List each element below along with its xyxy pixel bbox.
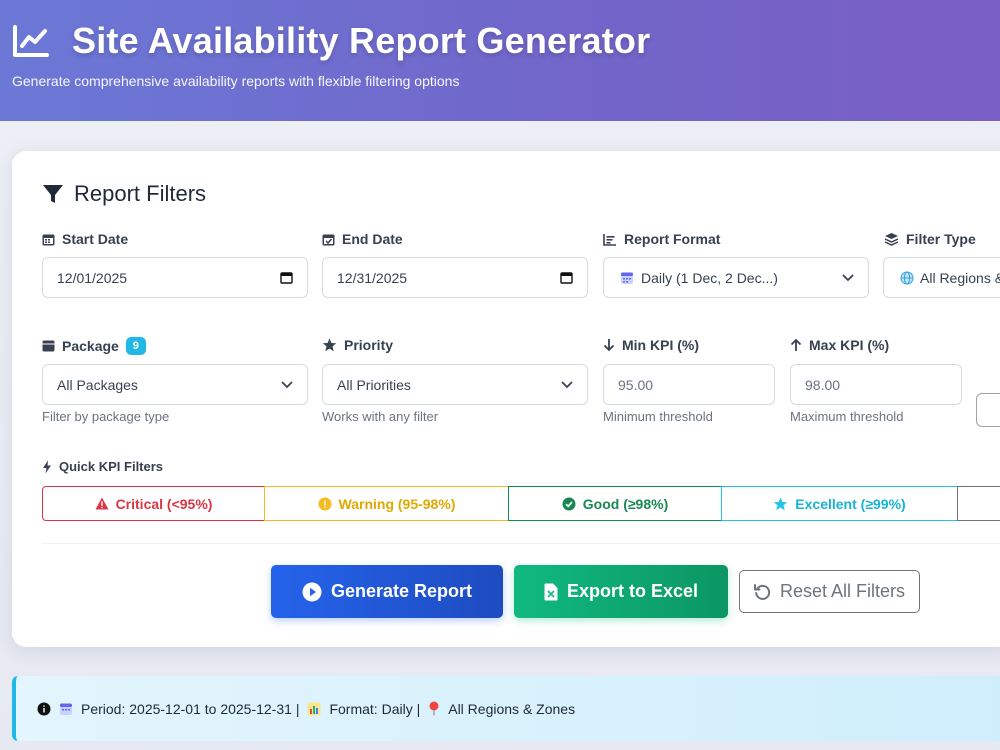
generate-report-button[interactable]: Generate Report — [271, 565, 503, 618]
chart-line-icon — [13, 25, 49, 57]
quick-kpi-label: Quick KPI Filters — [42, 459, 163, 474]
quick-filter-warning[interactable]: Warning (95-98%) — [264, 486, 509, 521]
max-kpi-help-text: Maximum threshold — [790, 409, 904, 424]
exclamation-circle-icon — [318, 497, 332, 510]
page-header: Site Availability Report Generator Gener… — [0, 0, 1000, 121]
info-period: Period: 2025-12-01 to 2025-12-31 | — [81, 700, 300, 717]
warning-triangle-icon — [95, 497, 109, 510]
quick-filter-critical[interactable]: Critical (<95%) — [42, 486, 265, 521]
package-count-badge: 9 — [125, 337, 146, 355]
end-date-label: End Date — [322, 231, 403, 247]
apply-kpi-button[interactable] — [976, 393, 1000, 427]
page-title: Site Availability Report Generator — [72, 20, 651, 61]
priority-select[interactable]: All Priorities — [322, 364, 588, 405]
max-kpi-label: Max KPI (%) — [790, 337, 889, 353]
priority-help-text: Works with any filter — [322, 409, 439, 424]
filters-card-title: Report Filters — [42, 181, 206, 207]
min-kpi-input[interactable]: 95.00 — [603, 364, 775, 405]
globe-icon — [900, 271, 914, 284]
package-label: Package 9 — [42, 337, 146, 355]
filters-title: Report Filters — [74, 181, 207, 206]
start-date-input[interactable]: 12/01/2025 — [42, 257, 308, 298]
undo-icon — [753, 584, 771, 600]
arrow-up-icon — [790, 338, 802, 351]
quick-filter-more[interactable] — [957, 486, 1000, 521]
quick-filter-good[interactable]: Good (≥98%) — [508, 486, 722, 521]
min-kpi-help-text: Minimum threshold — [603, 409, 713, 424]
calendar-picker-icon[interactable] — [560, 271, 573, 284]
report-format-select[interactable]: Daily (1 Dec, 2 Dec...) — [603, 257, 869, 298]
play-circle-icon — [302, 582, 322, 601]
chevron-down-icon — [842, 273, 854, 282]
max-kpi-input[interactable]: 98.00 — [790, 364, 962, 405]
star-icon — [774, 497, 788, 510]
end-date-input[interactable]: 12/31/2025 — [322, 257, 588, 298]
calendar-check-icon — [322, 234, 335, 245]
filter-type-label: Filter Type — [884, 231, 976, 247]
info-circle-icon — [37, 702, 51, 715]
star-icon — [322, 338, 337, 352]
export-excel-button[interactable]: Export to Excel — [514, 565, 728, 618]
priority-label: Priority — [322, 337, 393, 353]
filter-icon — [43, 185, 63, 203]
quick-filter-excellent[interactable]: Excellent (≥99%) — [721, 486, 958, 521]
calendar-picker-icon[interactable] — [280, 271, 293, 284]
reset-filters-button[interactable]: Reset All Filters — [739, 570, 920, 613]
report-format-label: Report Format — [603, 231, 720, 247]
divider — [42, 543, 1000, 544]
info-scope: All Regions & Zones — [448, 700, 576, 717]
calendar-emoji-icon — [60, 703, 72, 715]
calendar-emoji-icon — [621, 272, 633, 284]
package-help-text: Filter by package type — [42, 409, 170, 424]
layers-icon — [884, 233, 899, 246]
bar-chart-emoji-icon — [307, 702, 321, 715]
bolt-icon — [43, 460, 51, 473]
chevron-down-icon — [281, 380, 293, 389]
calendar-icon — [42, 234, 55, 245]
box-icon — [42, 340, 55, 352]
report-info-bar: Period: 2025-12-01 to 2025-12-31 | Forma… — [12, 676, 1000, 741]
arrow-down-icon — [603, 339, 615, 352]
pin-icon — [429, 701, 439, 716]
chevron-down-icon — [561, 380, 573, 389]
package-select[interactable]: All Packages — [42, 364, 308, 405]
check-circle-icon — [562, 497, 576, 510]
chart-bar-icon — [603, 233, 616, 246]
file-excel-icon — [544, 583, 558, 600]
filter-type-select[interactable]: All Regions & — [883, 257, 1000, 298]
min-kpi-label: Min KPI (%) — [603, 337, 699, 353]
page-subtitle: Generate comprehensive availability repo… — [12, 73, 460, 89]
start-date-label: Start Date — [42, 231, 128, 247]
filters-card: Report Filters Start Date End Date Repor… — [12, 151, 1000, 647]
info-format: Format: Daily | — [329, 700, 421, 717]
